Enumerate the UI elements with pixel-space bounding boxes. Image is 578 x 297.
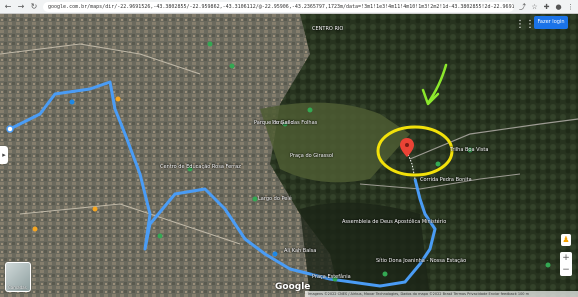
poi-marker-icon[interactable]: [157, 233, 163, 239]
login-button[interactable]: Fazer login: [534, 16, 568, 29]
poi-marker-icon[interactable]: [307, 107, 313, 113]
poi-marker-icon[interactable]: [272, 251, 278, 257]
place-label[interactable]: Sítio Dona Joaninha - Nossa Estação: [376, 258, 466, 264]
profile-icon[interactable]: ●: [555, 3, 562, 11]
poi-marker-icon[interactable]: [435, 161, 441, 167]
place-label[interactable]: CENTRO RIO: [312, 26, 343, 32]
poi-marker-icon[interactable]: [252, 196, 258, 202]
poi-marker-icon[interactable]: [69, 99, 75, 105]
address-bar[interactable]: google.com.br/maps/dir/-22.9691526,-43.3…: [43, 1, 514, 12]
start-marker-icon[interactable]: [6, 125, 14, 133]
place-label[interactable]: Centro de Educação Rosa Ferraz: [160, 164, 241, 170]
pegman-icon[interactable]: ♟: [561, 234, 571, 246]
poi-marker-icon[interactable]: [207, 41, 213, 47]
place-label[interactable]: Praça Estefânia: [312, 274, 351, 280]
place-label[interactable]: Largo do Pelé: [258, 196, 292, 202]
attribution-bar: Imagens ©2022 CNES / Airbus, Maxar Techn…: [305, 291, 578, 297]
collapse-sidebar-button[interactable]: ▸: [0, 146, 8, 164]
place-label[interactable]: Trilha Boa Vista: [450, 147, 488, 153]
zoom-control: + −: [560, 252, 572, 276]
zoom-out-button[interactable]: −: [560, 264, 572, 276]
layers-button[interactable]: Camadas: [5, 262, 31, 292]
satellite-map[interactable]: Parque das Folhas Parque do Gallo Praça …: [0, 14, 578, 297]
place-label[interactable]: Corrida Pedra Bonita: [420, 177, 472, 183]
place-label[interactable]: Praça do Girassol: [290, 153, 333, 159]
share-icon[interactable]: ⤴: [519, 2, 526, 12]
place-label[interactable]: Ali Kah Balsa: [284, 248, 316, 254]
apps-grid-icon[interactable]: ⋮⋮: [515, 18, 535, 32]
browser-toolbar: ← → ↻ google.com.br/maps/dir/-22.9691526…: [0, 0, 578, 14]
back-button[interactable]: ←: [4, 1, 12, 13]
zoom-in-button[interactable]: +: [560, 252, 572, 264]
poi-marker-icon[interactable]: [32, 226, 38, 232]
layers-label: Camadas: [8, 285, 27, 290]
poi-marker-icon[interactable]: [92, 206, 98, 212]
star-icon[interactable]: ☆: [531, 3, 538, 11]
poi-marker-icon[interactable]: [382, 271, 388, 277]
reload-button[interactable]: ↻: [30, 1, 38, 13]
poi-marker-icon[interactable]: [115, 96, 121, 102]
place-label[interactable]: Parque do Gallo: [254, 120, 293, 126]
poi-marker-icon[interactable]: [545, 262, 551, 268]
poi-marker-icon[interactable]: [229, 63, 235, 69]
map-canvas[interactable]: [0, 14, 578, 297]
extension-icon[interactable]: ✚: [543, 3, 550, 11]
place-label[interactable]: Assembleia de Deus Apostólica Ministério: [342, 219, 446, 225]
menu-icon[interactable]: ⋮: [567, 3, 574, 11]
forward-button[interactable]: →: [17, 1, 25, 13]
